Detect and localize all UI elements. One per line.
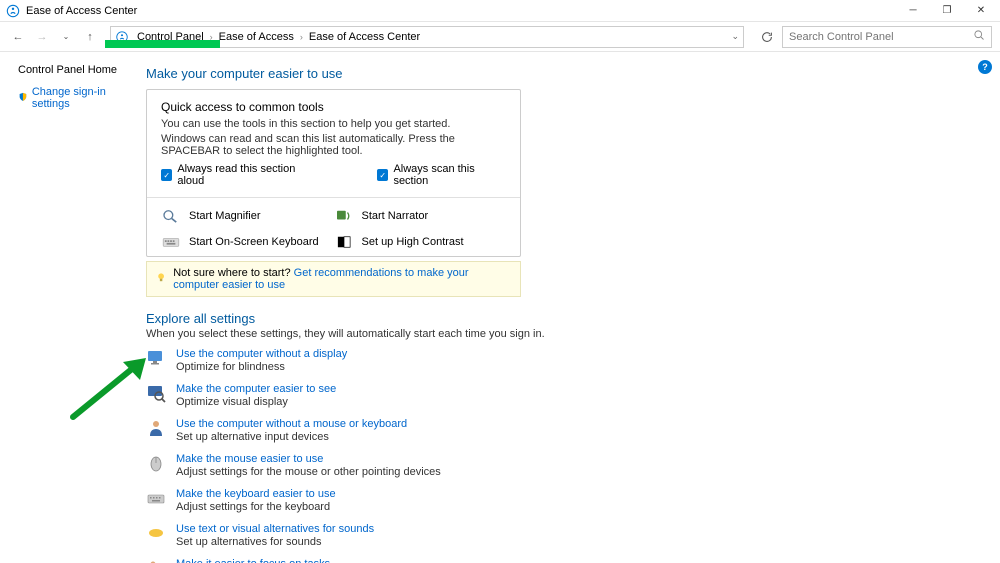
explore-sub: When you select these settings, they wil…	[146, 328, 980, 340]
sidebar-signin-label: Change sign-in settings	[32, 86, 126, 110]
main-area: ? Control Panel Home Change sign-in sett…	[0, 52, 1000, 563]
tool-keyboard[interactable]: Start On-Screen Keyboard	[161, 234, 334, 250]
check-read-aloud[interactable]: ✓ Always read this section aloud	[161, 163, 317, 187]
tool-label: Set up High Contrast	[362, 236, 464, 248]
app-icon	[6, 4, 20, 18]
check-label: Always read this section aloud	[177, 163, 317, 187]
main-heading: Make your computer easier to use	[146, 66, 980, 81]
crumb-1[interactable]: Ease of Access	[217, 31, 296, 43]
check-label: Always scan this section	[393, 163, 506, 187]
contrast-icon	[334, 234, 354, 250]
crumb-sep-icon: ›	[296, 32, 307, 42]
explore-title: Explore all settings	[146, 311, 980, 326]
divider	[147, 197, 520, 198]
recent-dropdown[interactable]: ⌄	[56, 27, 76, 47]
setting-desc: Optimize visual display	[176, 396, 336, 408]
setting-easier-see: Make the computer easier to see Optimize…	[146, 383, 980, 408]
check-scan[interactable]: ✓ Always scan this section	[377, 163, 506, 187]
search-box[interactable]	[782, 26, 992, 48]
maximize-button[interactable]: ❐	[930, 1, 964, 21]
keyboard-icon	[161, 234, 181, 250]
sidebar-home[interactable]: Control Panel Home	[18, 64, 126, 76]
setting-desc: Optimize for blindness	[176, 361, 347, 373]
setting-link[interactable]: Use the computer without a mouse or keyb…	[176, 418, 407, 430]
setting-without-display: Use the computer without a display Optim…	[146, 348, 980, 373]
tool-label: Start Magnifier	[189, 210, 261, 222]
minimize-button[interactable]: ─	[896, 1, 930, 21]
bulb-icon	[157, 273, 165, 285]
tool-grid: Start Magnifier Start Narrator Start On-…	[161, 208, 506, 250]
refresh-button[interactable]	[756, 26, 778, 48]
setting-keyboard: Make the keyboard easier to use Adjust s…	[146, 488, 980, 513]
tool-narrator[interactable]: Start Narrator	[334, 208, 507, 224]
setting-sounds: Use text or visual alternatives for soun…	[146, 523, 980, 548]
person-icon	[146, 418, 166, 438]
checkbox-icon: ✓	[377, 169, 388, 181]
help-icon[interactable]: ?	[978, 60, 992, 74]
setting-without-mouse-keyboard: Use the computer without a mouse or keyb…	[146, 418, 980, 443]
shield-icon	[18, 92, 28, 104]
tool-label: Start Narrator	[362, 210, 429, 222]
magnifier-icon	[161, 208, 181, 224]
people-icon	[146, 558, 166, 563]
setting-link[interactable]: Make the mouse easier to use	[176, 453, 441, 465]
address-dropdown-icon[interactable]: ⌄	[731, 31, 739, 42]
close-button[interactable]: ✕	[964, 1, 998, 21]
forward-button[interactable]: →	[32, 27, 52, 47]
hint-text: Not sure where to start? Get recommendat…	[173, 267, 510, 291]
setting-desc: Adjust settings for the mouse or other p…	[176, 466, 441, 478]
setting-link[interactable]: Make the computer easier to see	[176, 383, 336, 395]
back-button[interactable]: ←	[8, 27, 28, 47]
content: Make your computer easier to use Quick a…	[130, 52, 1000, 563]
narrator-icon	[334, 208, 354, 224]
setting-desc: Set up alternatives for sounds	[176, 536, 374, 548]
quick-line1: You can use the tools in this section to…	[161, 118, 506, 130]
window-title: Ease of Access Center	[26, 5, 137, 17]
tool-contrast[interactable]: Set up High Contrast	[334, 234, 507, 250]
checkbox-icon: ✓	[161, 169, 172, 181]
titlebar-left: Ease of Access Center	[6, 4, 137, 18]
setting-link[interactable]: Make it easier to focus on tasks	[176, 558, 357, 563]
keyboard-small-icon	[146, 488, 166, 508]
hint-bar: Not sure where to start? Get recommendat…	[146, 261, 521, 297]
setting-focus: Make it easier to focus on tasks Adjust …	[146, 558, 980, 563]
sidebar: Control Panel Home Change sign-in settin…	[0, 52, 130, 563]
quick-title: Quick access to common tools	[161, 100, 506, 114]
sidebar-signin[interactable]: Change sign-in settings	[18, 86, 126, 110]
monitor-off-icon	[146, 348, 166, 368]
quick-access-box: Quick access to common tools You can use…	[146, 89, 521, 257]
titlebar: Ease of Access Center ─ ❐ ✕	[0, 0, 1000, 22]
magnify-monitor-icon	[146, 383, 166, 403]
hint-prefix: Not sure where to start?	[173, 267, 293, 279]
setting-desc: Adjust settings for the keyboard	[176, 501, 336, 513]
setting-desc: Set up alternative input devices	[176, 431, 407, 443]
search-icon	[973, 29, 985, 44]
up-button[interactable]: ↑	[80, 27, 100, 47]
tool-magnifier[interactable]: Start Magnifier	[161, 208, 334, 224]
search-input[interactable]	[789, 31, 973, 43]
crumb-2[interactable]: Ease of Access Center	[307, 31, 422, 43]
quick-line2: Windows can read and scan this list auto…	[161, 133, 506, 157]
window-controls: ─ ❐ ✕	[896, 1, 998, 21]
setting-link[interactable]: Use text or visual alternatives for soun…	[176, 523, 374, 535]
setting-mouse: Make the mouse easier to use Adjust sett…	[146, 453, 980, 478]
highlight-strip	[105, 40, 220, 48]
sound-icon	[146, 523, 166, 543]
check-row: ✓ Always read this section aloud ✓ Alway…	[161, 163, 506, 187]
mouse-icon	[146, 453, 166, 473]
setting-link[interactable]: Use the computer without a display	[176, 348, 347, 360]
tool-label: Start On-Screen Keyboard	[189, 236, 319, 248]
setting-link[interactable]: Make the keyboard easier to use	[176, 488, 336, 500]
